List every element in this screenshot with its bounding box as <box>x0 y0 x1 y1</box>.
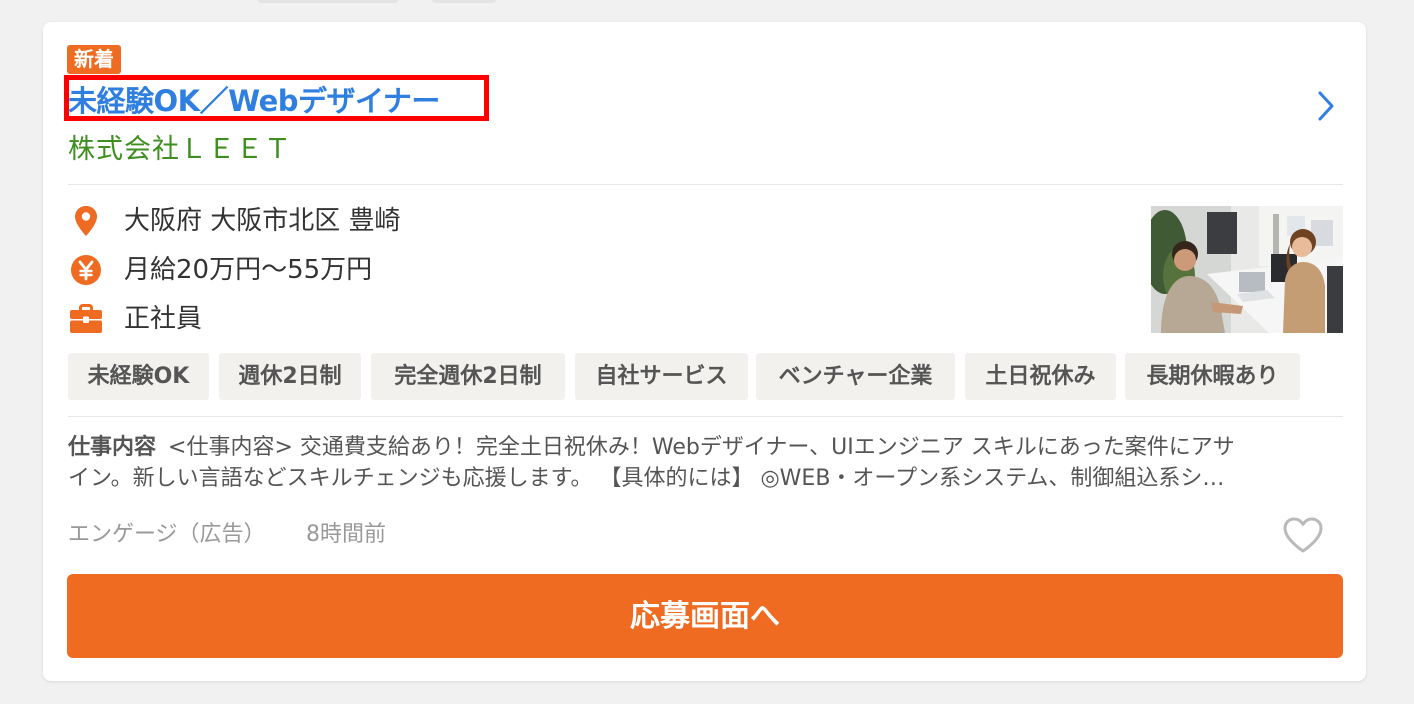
description-label: 仕事内容 <box>68 435 157 460</box>
previous-card-edge <box>258 0 398 3</box>
company-name: 株式会社ＬＥＥＴ <box>68 134 292 165</box>
job-photo <box>1151 206 1343 333</box>
employment-type-text: 正社員 <box>124 304 203 334</box>
description-text-line2: イン。新しい言語などスキルチェンジも応援します。 【具体的には】 ◎WEB・オー… <box>68 466 1225 491</box>
job-description: 仕事内容 <仕事内容> 交通費支給あり！完全土日祝休み！Webデザイナー、UIエン… <box>68 432 1338 494</box>
divider <box>68 416 1343 417</box>
feature-tag: ベンチャー企業 <box>756 353 955 400</box>
salary-text: 月給20万円〜55万円 <box>124 255 373 285</box>
posted-time: 8時間前 <box>306 522 386 547</box>
divider <box>68 184 1343 185</box>
feature-tag: 土日祝休み <box>965 353 1116 400</box>
apply-button[interactable]: 応募画面へ <box>67 574 1343 658</box>
source-label: エンゲージ（広告） <box>68 522 266 547</box>
feature-tag: 長期休暇あり <box>1125 353 1300 400</box>
previous-card-edge <box>432 0 496 3</box>
job-card[interactable]: 新着 未経験OK／Webデザイナー 株式会社ＬＥＥＴ 大阪府 大阪市北区 豊崎 … <box>43 22 1366 681</box>
map-pin-icon <box>75 206 97 236</box>
feature-tag: 完全週休2日制 <box>371 353 565 400</box>
chevron-right-icon[interactable] <box>1311 89 1341 123</box>
new-badge: 新着 <box>67 45 121 74</box>
job-title-link[interactable]: 未経験OK／Webデザイナー <box>68 84 440 118</box>
heart-outline-icon[interactable] <box>1281 515 1325 555</box>
feature-tag: 自社サービス <box>575 353 748 400</box>
feature-tag: 未経験OK <box>68 353 209 400</box>
feature-tag: 週休2日制 <box>219 353 361 400</box>
description-text-line1: <仕事内容> 交通費支給あり！完全土日祝休み！Webデザイナー、UIエンジニア … <box>168 435 1235 460</box>
location-text: 大阪府 大阪市北区 豊崎 <box>124 206 401 236</box>
yen-coin-icon <box>71 255 101 285</box>
briefcase-icon <box>70 304 102 333</box>
